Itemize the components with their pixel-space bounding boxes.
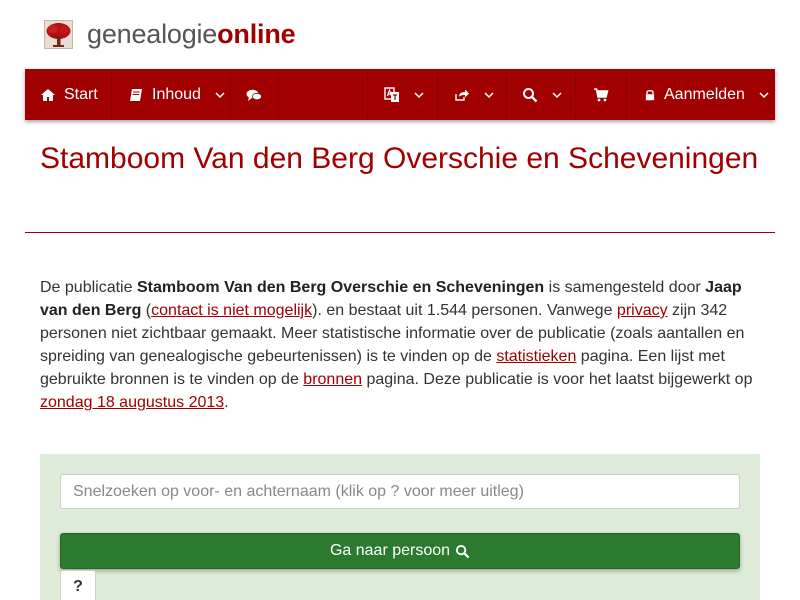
site-logo[interactable]: genealogieonline: [44, 18, 296, 50]
sources-link[interactable]: bronnen: [303, 371, 362, 388]
quick-search-input[interactable]: [60, 474, 740, 509]
last-updated-link[interactable]: zondag 18 augustus 2013: [40, 394, 224, 411]
home-icon: [41, 88, 55, 101]
share-icon: [455, 89, 469, 101]
nav-inhoud[interactable]: Inhoud: [112, 69, 231, 120]
nav-start-label: Start: [64, 85, 98, 103]
nav-search[interactable]: [507, 69, 576, 120]
lock-icon: [645, 89, 655, 100]
intro-text: (: [141, 302, 152, 319]
nav-start[interactable]: Start: [25, 69, 112, 120]
main-navbar: Start Inhoud Aanmelden: [25, 69, 775, 120]
comments-icon: [246, 89, 262, 101]
shopping-cart-icon: [594, 87, 609, 101]
nav-login[interactable]: Aanmelden: [627, 69, 775, 120]
title-divider: [25, 232, 775, 233]
search-icon: [455, 544, 470, 558]
nav-language[interactable]: [368, 69, 438, 120]
chevron-down-icon: [759, 91, 769, 98]
contact-link[interactable]: contact is niet mogelijk: [151, 302, 312, 319]
nav-share[interactable]: [438, 69, 507, 120]
search-help-button[interactable]: ?: [60, 570, 96, 600]
intro-text: pagina. Deze publicatie is voor het laat…: [362, 371, 753, 388]
page-title: Stamboom Van den Berg Overschie en Schev…: [40, 142, 759, 175]
intro-text: .: [224, 394, 229, 411]
nav-cart[interactable]: [576, 69, 627, 120]
intro-text: is samengesteld door: [544, 279, 706, 296]
quick-search-panel: Ga naar persoon ?: [40, 454, 760, 600]
logo-text-genealogie: genealogie: [87, 19, 218, 49]
book-icon: [130, 88, 142, 101]
search-icon: [523, 87, 538, 102]
statistics-link[interactable]: statistieken: [496, 348, 576, 365]
nav-comments[interactable]: [231, 69, 279, 120]
chevron-down-icon: [414, 91, 424, 98]
chevron-down-icon: [552, 91, 562, 98]
privacy-link[interactable]: privacy: [617, 302, 668, 319]
translate-icon: [384, 86, 399, 102]
logo-text-online: online: [217, 19, 296, 49]
tree-icon: [44, 19, 73, 49]
nav-login-label: Aanmelden: [664, 85, 745, 103]
intro-text: De publicatie: [40, 279, 137, 296]
logo-text: genealogieonline: [87, 18, 296, 50]
intro-text: ). en bestaat uit 1.544 personen. Vanweg…: [312, 302, 617, 319]
publication-description: De publicatie Stamboom Van den Berg Over…: [40, 276, 762, 414]
chevron-down-icon: [215, 91, 225, 98]
go-to-person-button[interactable]: Ga naar persoon: [60, 533, 740, 569]
go-to-person-label: Ga naar persoon: [329, 542, 451, 559]
nav-inhoud-label: Inhoud: [152, 85, 201, 103]
nav-spacer: [279, 69, 368, 120]
chevron-down-icon: [484, 91, 494, 98]
publication-name: Stamboom Van den Berg Overschie en Schev…: [136, 279, 545, 296]
